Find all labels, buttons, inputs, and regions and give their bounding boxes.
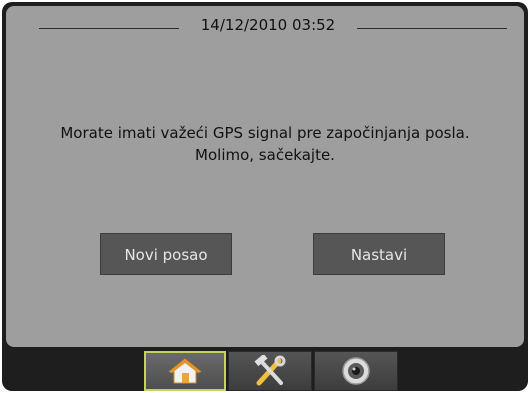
continue-button[interactable]: Nastavi (313, 233, 445, 275)
gps-message-line1: Morate imati važeći GPS signal pre započ… (60, 124, 470, 142)
bottom-tab-bar (2, 351, 528, 391)
device-frame: 14/12/2010 03:52 Morate imati važeći GPS… (0, 0, 530, 393)
gps-message-line2: Molimo, sačekajte. (195, 146, 335, 164)
screen: 14/12/2010 03:52 Morate imati važeći GPS… (2, 2, 528, 391)
tab-camera[interactable] (314, 351, 398, 391)
gps-message: Morate imati važeći GPS signal pre započ… (16, 122, 514, 166)
dialog-panel: 14/12/2010 03:52 Morate imati važeći GPS… (6, 6, 524, 347)
datetime-label: 14/12/2010 03:52 (200, 16, 336, 34)
tab-home[interactable] (144, 351, 226, 391)
header-divider-left (39, 28, 179, 29)
home-icon (168, 358, 202, 384)
header-divider-right (357, 28, 507, 29)
tab-tools[interactable] (228, 351, 312, 391)
new-job-button[interactable]: Novi posao (100, 233, 232, 275)
camera-icon (342, 357, 370, 385)
tools-icon (254, 355, 286, 386)
